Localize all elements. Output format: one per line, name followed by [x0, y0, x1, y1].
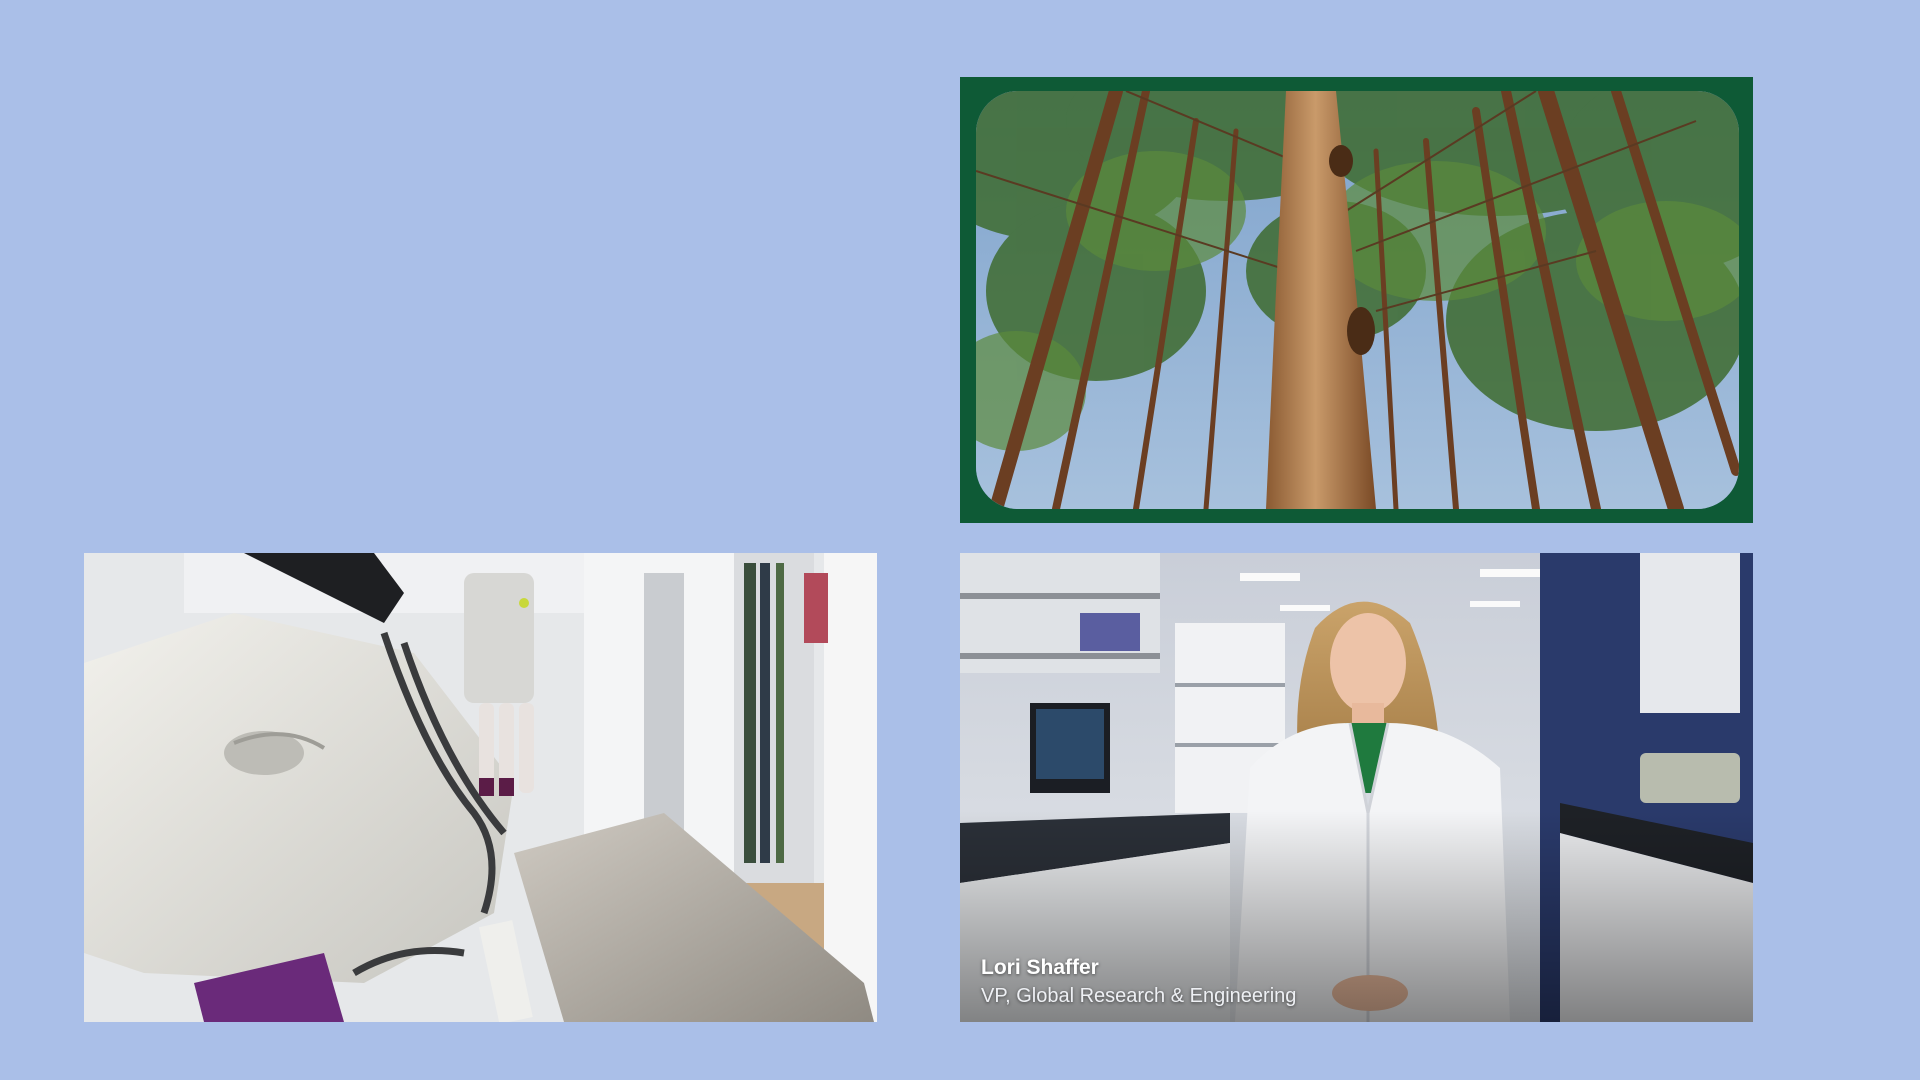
robot-lab-scene-image — [84, 553, 877, 1022]
speaker-name: Lori Shaffer — [981, 956, 1099, 979]
speaker-lab-scene-image — [960, 553, 1753, 1022]
forest-scene-image — [976, 91, 1739, 509]
speaker-lower-third: Lori Shaffer VP, Global Research & Engin… — [981, 954, 1296, 1010]
speaker-title: VP, Global Research & Engineering — [981, 985, 1297, 1007]
forest-video-tile[interactable] — [960, 77, 1753, 523]
speaker-video-tile[interactable]: Lori Shaffer VP, Global Research & Engin… — [960, 553, 1753, 1022]
forest-video-frame — [976, 91, 1739, 509]
robot-video-tile[interactable] — [84, 553, 877, 1022]
